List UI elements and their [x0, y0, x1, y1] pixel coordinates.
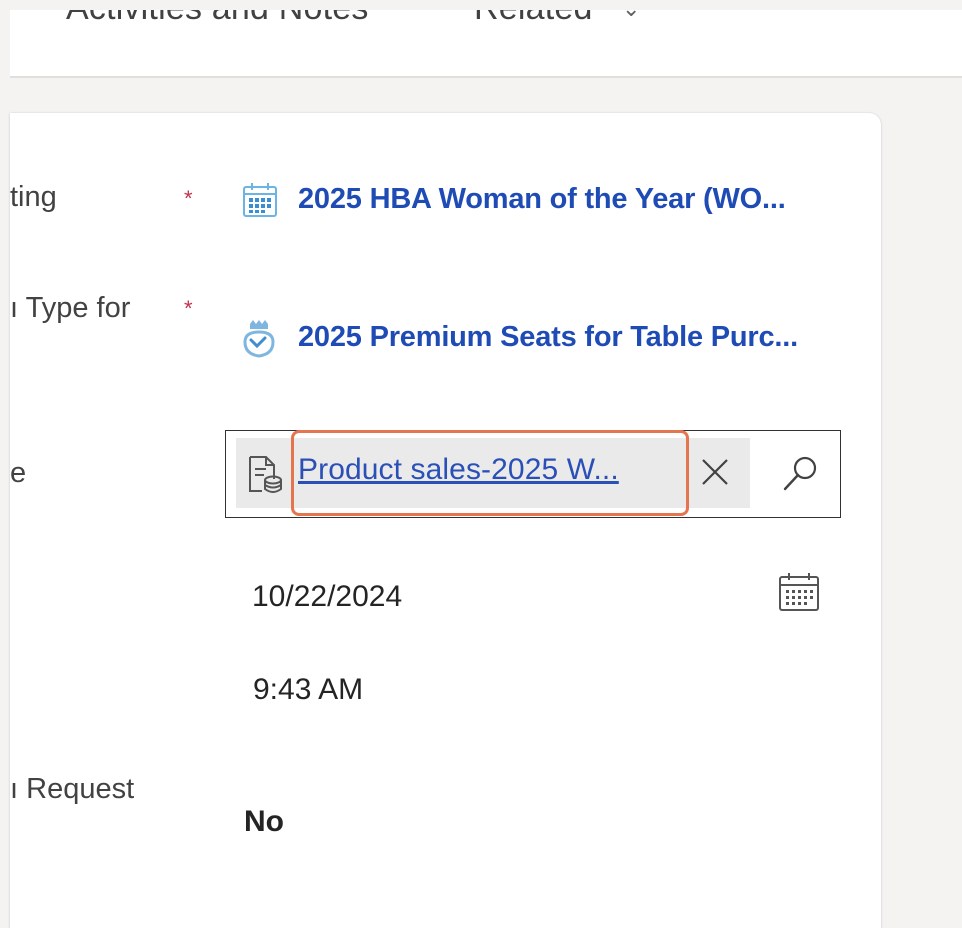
clear-icon[interactable]	[695, 452, 735, 492]
handshake-icon	[242, 318, 276, 363]
field-label-price-list: e	[10, 457, 27, 489]
form-card	[10, 113, 881, 928]
field-label-type-for: ı Type for	[10, 292, 131, 324]
tab-related[interactable]: Related	[474, 10, 593, 28]
chevron-down-icon[interactable]: ⌄	[622, 10, 640, 22]
meeting-lookup-link[interactable]: 2025 HBA Woman of the Year (WO...	[298, 183, 786, 216]
field-label-meeting: ting	[10, 181, 57, 213]
tab-activities-and-notes[interactable]: Activities and Notes	[66, 10, 369, 28]
right-pane-background	[881, 78, 962, 928]
highlight-box	[291, 430, 689, 516]
request-value[interactable]: No	[244, 805, 284, 839]
time-value[interactable]: 9:43 AM	[253, 673, 363, 707]
field-label-request-text: Request	[26, 773, 135, 805]
calendar-grid-icon	[242, 182, 278, 223]
search-icon[interactable]	[780, 452, 822, 494]
field-label-type-for-text: Type for	[25, 292, 131, 324]
field-label-request: ı Request	[10, 773, 135, 805]
date-value[interactable]: 10/22/2024	[252, 580, 402, 614]
required-marker: *	[184, 296, 193, 321]
tab-bar: Activities and Notes Related ⌄	[10, 10, 962, 78]
type-for-lookup-link[interactable]: 2025 Premium Seats for Table Purc...	[298, 321, 798, 354]
calendar-icon[interactable]	[778, 572, 820, 612]
document-db-icon	[246, 455, 284, 500]
required-marker: *	[184, 186, 193, 211]
